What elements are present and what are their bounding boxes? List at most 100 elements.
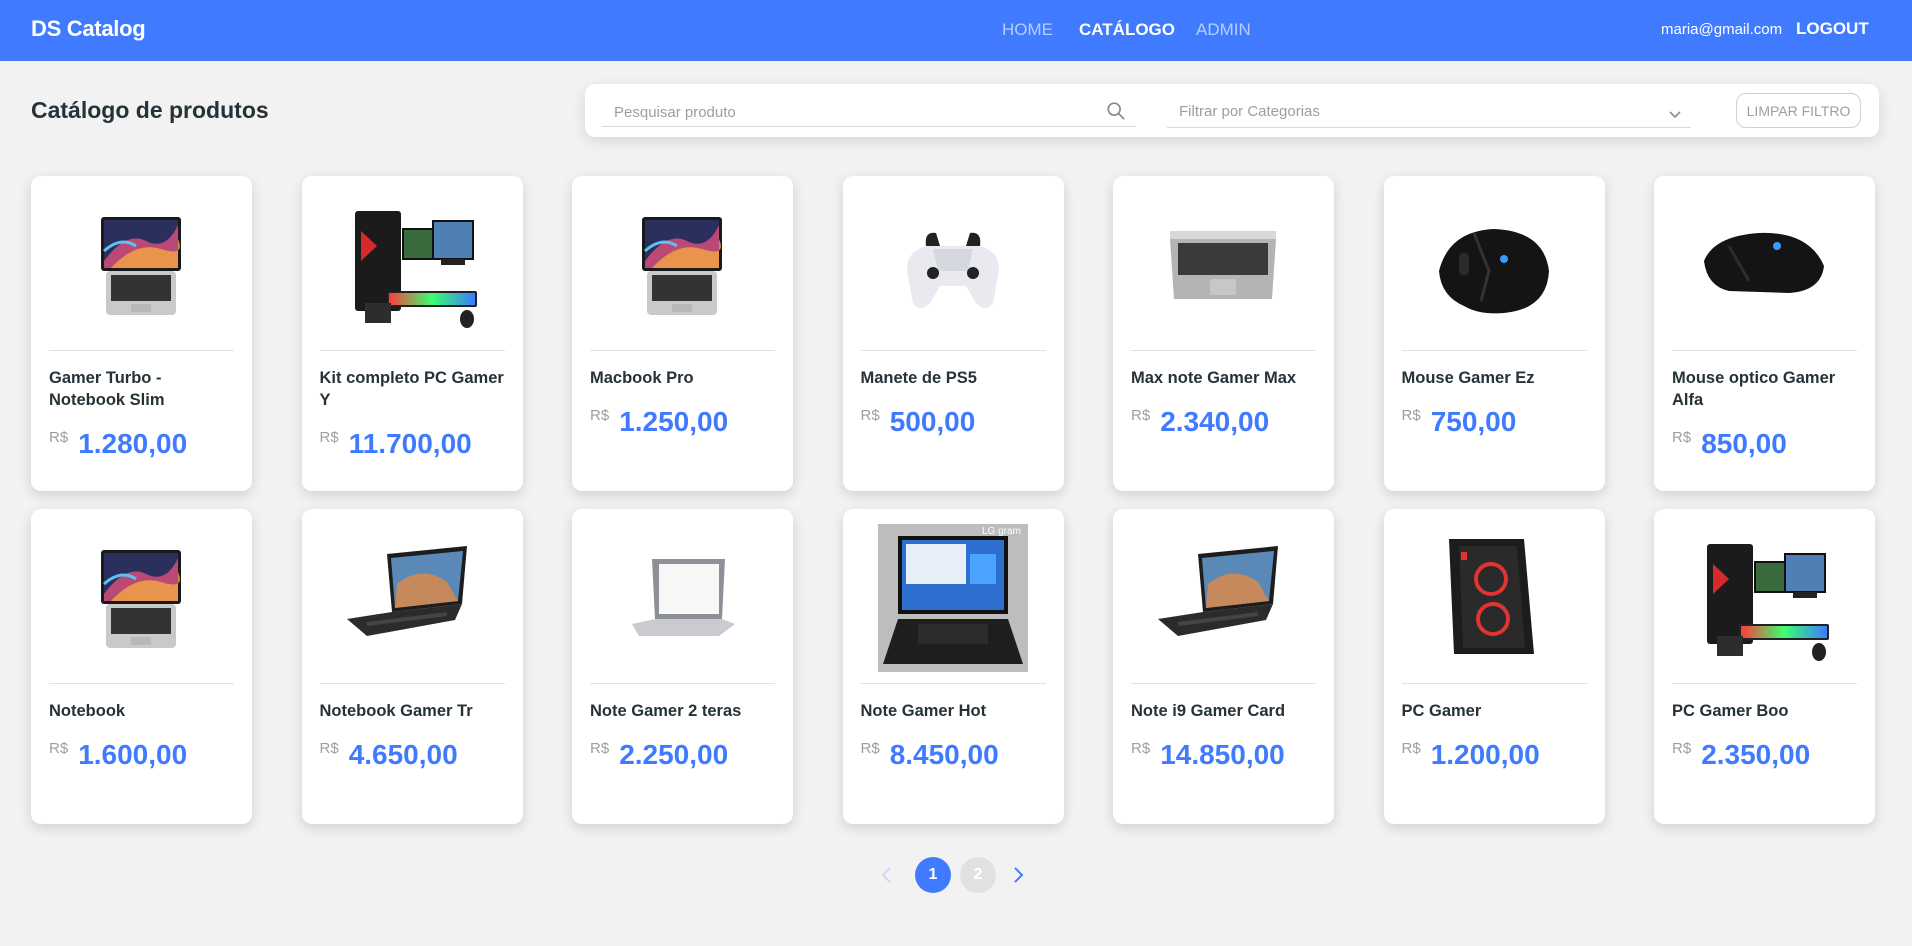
product-price: 8.450,00 xyxy=(889,739,999,770)
product-card[interactable]: Max note Gamer Max R$ 2.340,00 xyxy=(1113,176,1334,491)
product-image xyxy=(337,191,487,339)
product-image xyxy=(66,524,216,672)
currency-symbol: R$ xyxy=(1401,740,1421,757)
product-price: 2.350,00 xyxy=(1701,739,1811,770)
card-divider xyxy=(1401,683,1587,684)
product-price: 750,00 xyxy=(1430,406,1517,437)
pagination: 1 2 xyxy=(875,857,1035,893)
clear-filter-button[interactable]: LIMPAR FILTRO xyxy=(1736,93,1861,128)
category-select[interactable]: Filtrar por Categorias xyxy=(1167,98,1691,128)
chevron-left-icon[interactable] xyxy=(875,863,899,887)
product-price: 1.280,00 xyxy=(78,428,188,459)
card-divider xyxy=(1131,683,1316,684)
card-divider xyxy=(49,350,234,351)
product-price: 2.250,00 xyxy=(619,739,729,770)
product-card[interactable]: PC Gamer R$ 1.200,00 xyxy=(1383,509,1605,824)
product-price-row: R$ 2.340,00 xyxy=(1131,405,1269,439)
nav-link-home[interactable]: HOME xyxy=(1002,20,1053,40)
product-price-row: R$ 500,00 xyxy=(861,405,976,439)
product-photo xyxy=(1707,544,1829,661)
product-name: Note i9 Gamer Card xyxy=(1131,702,1286,720)
product-name: Notebook Gamer Tr xyxy=(319,702,473,720)
page-button-2[interactable]: 2 xyxy=(960,857,996,893)
page-title: Catálogo de produtos xyxy=(31,97,269,123)
product-price-row: R$ 1.250,00 xyxy=(590,405,728,439)
product-name: PC Gamer Boo xyxy=(1672,702,1789,720)
product-image xyxy=(878,191,1028,339)
product-price-row: R$ 1.600,00 xyxy=(49,738,187,772)
filter-bar: Filtrar por Categorias LIMPAR FILTRO xyxy=(585,84,1879,137)
product-price-row: R$ 4.650,00 xyxy=(320,738,458,772)
card-divider xyxy=(1131,350,1316,351)
product-photo: LG gram xyxy=(877,524,1028,672)
card-divider xyxy=(860,683,1046,684)
product-price: 14.850,00 xyxy=(1160,739,1285,770)
product-image xyxy=(1419,524,1569,672)
product-card[interactable]: Macbook Pro R$ 1.250,00 xyxy=(572,176,793,491)
product-price-row: R$ 1.200,00 xyxy=(1402,738,1540,772)
product-name: Macbook Pro xyxy=(590,369,694,387)
product-card[interactable]: Mouse optico Gamer Alfa R$ 850,00 xyxy=(1654,176,1875,491)
product-price: 500,00 xyxy=(889,406,976,437)
product-price-row: R$ 1.280,00 xyxy=(49,427,187,461)
product-photo xyxy=(346,546,467,636)
logout-link[interactable]: LOGOUT xyxy=(1796,19,1869,39)
product-image xyxy=(607,524,757,672)
product-card[interactable]: Notebook Gamer Tr R$ 4.650,00 xyxy=(301,509,523,824)
card-divider xyxy=(1672,683,1857,684)
product-price: 1.200,00 xyxy=(1430,739,1540,770)
product-photo xyxy=(354,211,477,328)
currency-symbol: R$ xyxy=(590,740,610,757)
search-input[interactable] xyxy=(602,98,1136,127)
product-price: 1.600,00 xyxy=(78,739,188,770)
product-image xyxy=(1689,524,1839,672)
product-image xyxy=(1148,191,1298,339)
product-card[interactable]: Gamer Turbo - Notebook Slim R$ 1.280,00 xyxy=(31,176,252,491)
product-price-row: R$ 750,00 xyxy=(1402,405,1517,439)
currency-symbol: R$ xyxy=(860,407,880,424)
product-card[interactable]: LG gram Note Gamer Hot R$ 8.450,00 xyxy=(842,509,1064,824)
product-grid: Gamer Turbo - Notebook Slim R$ 1.280,00 … xyxy=(31,176,1875,824)
chevron-right-icon[interactable] xyxy=(1006,863,1030,887)
currency-symbol: R$ xyxy=(1672,429,1692,446)
product-photo xyxy=(101,217,181,315)
product-name: Gamer Turbo - Notebook Slim xyxy=(49,369,165,409)
product-name: Note Gamer Hot xyxy=(860,702,987,720)
brand-logo[interactable]: DS Catalog xyxy=(31,16,146,42)
product-card[interactable]: Manete de PS5 R$ 500,00 xyxy=(842,176,1064,491)
nav-link-admin[interactable]: ADMIN xyxy=(1196,20,1251,40)
card-divider xyxy=(860,350,1046,351)
product-card[interactable]: Note i9 Gamer Card R$ 14.850,00 xyxy=(1113,509,1334,824)
currency-symbol: R$ xyxy=(1131,407,1151,424)
nav-link-catalog[interactable]: CATÁLOGO xyxy=(1079,20,1175,40)
card-divider xyxy=(590,350,775,351)
product-photo xyxy=(632,559,735,636)
product-card[interactable]: Kit completo PC Gamer Y R$ 11.700,00 xyxy=(301,176,523,491)
product-card[interactable]: Notebook R$ 1.600,00 xyxy=(31,509,252,824)
product-image xyxy=(1419,191,1569,339)
chevron-down-icon[interactable] xyxy=(1667,106,1683,122)
currency-symbol: R$ xyxy=(590,407,610,424)
currency-symbol: R$ xyxy=(1672,740,1692,757)
product-image xyxy=(337,524,487,672)
card-divider xyxy=(1672,350,1857,351)
product-price: 2.340,00 xyxy=(1160,406,1270,437)
product-photo xyxy=(1158,546,1278,636)
product-card[interactable]: PC Gamer Boo R$ 2.350,00 xyxy=(1654,509,1875,824)
user-email: maria@gmail.com xyxy=(1661,21,1783,38)
search-icon[interactable] xyxy=(1105,100,1127,122)
currency-symbol: R$ xyxy=(49,429,69,446)
product-price-row: R$ 11.700,00 xyxy=(320,427,472,461)
product-name: Max note Gamer Max xyxy=(1131,369,1297,387)
product-photo xyxy=(1438,229,1549,314)
card-divider xyxy=(319,350,505,351)
card-divider xyxy=(49,683,234,684)
product-image xyxy=(1148,524,1298,672)
product-card[interactable]: Note Gamer 2 teras R$ 2.250,00 xyxy=(572,509,793,824)
product-photo xyxy=(1170,231,1276,299)
product-price-row: R$ 8.450,00 xyxy=(861,738,999,772)
svg-text:LG gram: LG gram xyxy=(982,526,1021,537)
card-divider xyxy=(1401,350,1587,351)
page-button-1[interactable]: 1 xyxy=(915,857,951,893)
product-card[interactable]: Mouse Gamer Ez R$ 750,00 xyxy=(1383,176,1605,491)
